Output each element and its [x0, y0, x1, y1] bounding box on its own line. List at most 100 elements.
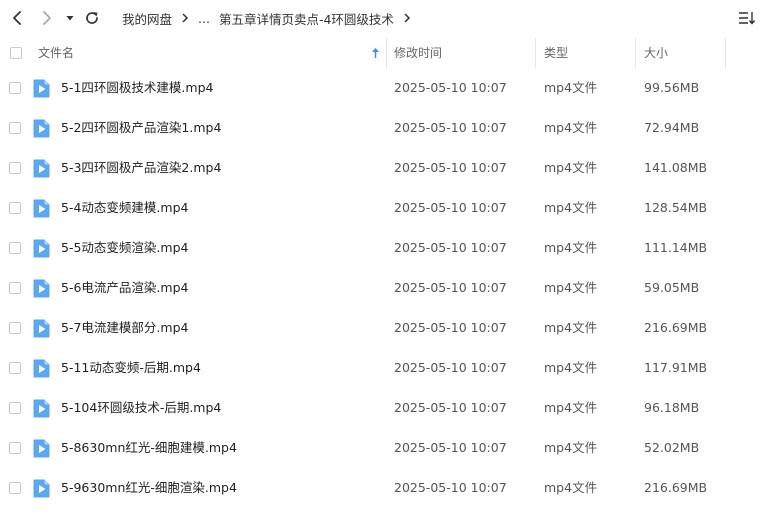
file-type: mp4文件 [544, 280, 598, 295]
file-name: 5-1四环圆极技术建模.mp4 [61, 80, 214, 95]
video-file-icon [33, 399, 50, 418]
file-name: 5-9630mn红光-细胞渲染.mp4 [61, 480, 237, 495]
file-type: mp4文件 [544, 160, 598, 175]
file-row[interactable]: 5-7电流建模部分.mp4 2025-05-10 10:07 mp4文件 216… [0, 308, 765, 348]
video-file-icon [33, 79, 50, 98]
file-size: 59.05MB [644, 280, 700, 295]
file-type: mp4文件 [544, 120, 598, 135]
row-checkbox[interactable] [9, 402, 21, 414]
file-type: mp4文件 [544, 400, 598, 415]
file-size: 72.94MB [644, 120, 700, 135]
column-divider[interactable] [535, 38, 536, 68]
column-divider[interactable] [386, 38, 387, 68]
file-type: mp4文件 [544, 320, 598, 335]
file-modified-time: 2025-05-10 10:07 [394, 280, 507, 295]
breadcrumb-separator-icon [181, 13, 189, 23]
file-size: 216.69MB [644, 480, 708, 495]
video-file-icon [33, 119, 50, 138]
file-size: 128.54MB [644, 200, 708, 215]
row-checkbox[interactable] [9, 362, 21, 374]
caret-down-icon [66, 16, 74, 21]
breadcrumb: 我的网盘 ... 第五章详情页卖点-4环圆级技术 [122, 9, 420, 27]
video-file-icon [33, 159, 50, 178]
video-file-icon [33, 279, 50, 298]
column-divider[interactable] [635, 38, 636, 68]
file-modified-time: 2025-05-10 10:07 [394, 360, 507, 375]
file-type: mp4文件 [544, 240, 598, 255]
file-modified-time: 2025-05-10 10:07 [394, 320, 507, 335]
row-checkbox[interactable] [9, 82, 21, 94]
back-button[interactable] [5, 6, 29, 30]
file-name: 5-3四环圆极产品渲染2.mp4 [61, 160, 222, 175]
row-checkbox[interactable] [9, 162, 21, 174]
video-file-icon [33, 359, 50, 378]
file-size: 216.69MB [644, 320, 708, 335]
file-name: 5-104环圆级技术-后期.mp4 [61, 400, 222, 415]
column-header-time[interactable]: 修改时间 [394, 45, 442, 61]
file-name: 5-8630mn红光-细胞建模.mp4 [61, 440, 237, 455]
row-checkbox[interactable] [9, 282, 21, 294]
file-modified-time: 2025-05-10 10:07 [394, 160, 507, 175]
file-type: mp4文件 [544, 80, 598, 95]
file-row[interactable]: 5-9630mn红光-细胞渲染.mp4 2025-05-10 10:07 mp4… [0, 468, 765, 508]
row-checkbox[interactable] [9, 482, 21, 494]
file-size: 52.02MB [644, 440, 700, 455]
file-list-header: 文件名 修改时间 类型 大小 [0, 38, 765, 68]
file-row[interactable]: 5-6电流产品渲染.mp4 2025-05-10 10:07 mp4文件 59.… [0, 268, 765, 308]
file-size: 96.18MB [644, 400, 700, 415]
row-checkbox[interactable] [9, 122, 21, 134]
breadcrumb-separator-icon [403, 13, 411, 23]
breadcrumb-item-current[interactable]: 第五章详情页卖点-4环圆级技术 [219, 9, 394, 28]
file-name: 5-4动态变频建模.mp4 [61, 200, 189, 215]
file-row[interactable]: 5-104环圆级技术-后期.mp4 2025-05-10 10:07 mp4文件… [0, 388, 765, 428]
file-size: 99.56MB [644, 80, 700, 95]
column-divider[interactable] [725, 38, 726, 68]
file-name: 5-6电流产品渲染.mp4 [61, 280, 189, 295]
file-row[interactable]: 5-3四环圆极产品渲染2.mp4 2025-05-10 10:07 mp4文件 … [0, 148, 765, 188]
file-modified-time: 2025-05-10 10:07 [394, 400, 507, 415]
row-checkbox[interactable] [9, 322, 21, 334]
refresh-icon [86, 12, 98, 24]
sort-options-button[interactable] [737, 8, 757, 28]
video-file-icon [33, 319, 50, 338]
file-type: mp4文件 [544, 440, 598, 455]
row-checkbox[interactable] [9, 242, 21, 254]
file-row[interactable]: 5-1四环圆极技术建模.mp4 2025-05-10 10:07 mp4文件 9… [0, 68, 765, 108]
select-all-checkbox[interactable] [10, 47, 22, 59]
breadcrumb-item-ellipsis[interactable]: ... [198, 11, 210, 26]
file-type: mp4文件 [544, 200, 598, 215]
file-row[interactable]: 5-8630mn红光-细胞建模.mp4 2025-05-10 10:07 mp4… [0, 428, 765, 468]
file-modified-time: 2025-05-10 10:07 [394, 440, 507, 455]
history-dropdown-button[interactable] [60, 6, 80, 30]
chevron-left-icon [13, 11, 21, 25]
sort-ascending-arrow-icon[interactable] [371, 47, 380, 59]
file-type: mp4文件 [544, 480, 598, 495]
breadcrumb-item-root[interactable]: 我的网盘 [122, 9, 172, 28]
file-row[interactable]: 5-2四环圆极产品渲染1.mp4 2025-05-10 10:07 mp4文件 … [0, 108, 765, 148]
file-modified-time: 2025-05-10 10:07 [394, 120, 507, 135]
row-checkbox[interactable] [9, 442, 21, 454]
file-name: 5-11动态变频-后期.mp4 [61, 360, 201, 375]
sort-list-icon [739, 12, 756, 25]
file-size: 141.08MB [644, 160, 708, 175]
column-header-size[interactable]: 大小 [644, 45, 668, 61]
forward-button[interactable] [35, 6, 59, 30]
file-modified-time: 2025-05-10 10:07 [394, 480, 507, 495]
refresh-button[interactable] [80, 6, 104, 30]
file-row[interactable]: 5-11动态变频-后期.mp4 2025-05-10 10:07 mp4文件 1… [0, 348, 765, 388]
file-row[interactable]: 5-5动态变频渲染.mp4 2025-05-10 10:07 mp4文件 111… [0, 228, 765, 268]
column-header-type[interactable]: 类型 [544, 45, 568, 61]
column-header-name[interactable]: 文件名 [38, 45, 74, 61]
row-checkbox[interactable] [9, 202, 21, 214]
file-modified-time: 2025-05-10 10:07 [394, 200, 507, 215]
video-file-icon [33, 439, 50, 458]
video-file-icon [33, 479, 50, 498]
file-modified-time: 2025-05-10 10:07 [394, 240, 507, 255]
toolbar: 我的网盘 ... 第五章详情页卖点-4环圆级技术 [0, 0, 765, 36]
file-modified-time: 2025-05-10 10:07 [394, 80, 507, 95]
chevron-right-icon [43, 11, 51, 25]
video-file-icon [33, 199, 50, 218]
file-row[interactable]: 5-4动态变频建模.mp4 2025-05-10 10:07 mp4文件 128… [0, 188, 765, 228]
file-type: mp4文件 [544, 360, 598, 375]
video-file-icon [33, 239, 50, 258]
